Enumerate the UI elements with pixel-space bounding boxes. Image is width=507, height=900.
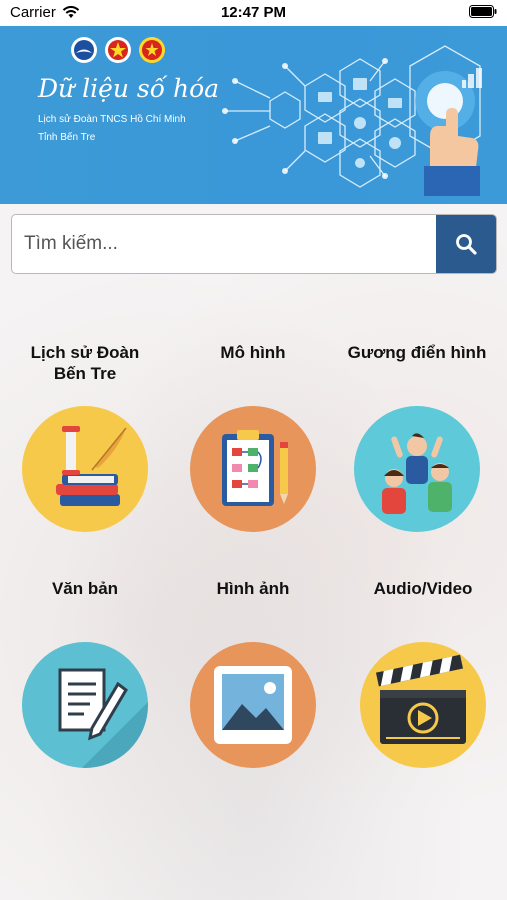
banner-subtitle-province: Tỉnh Bến Tre <box>38 132 96 143</box>
picture-icon <box>190 642 316 768</box>
clipboard-flowchart-icon <box>190 406 316 532</box>
search-input[interactable] <box>12 215 436 273</box>
tile-label: Văn bản <box>51 579 119 598</box>
people-cheering-icon <box>354 406 480 532</box>
document-pen-icon <box>22 642 148 768</box>
battery-icon <box>469 5 497 22</box>
search-bar <box>11 214 497 274</box>
tile-label: Hình ảnh <box>216 579 290 598</box>
history-books-icon <box>22 406 148 532</box>
youth-union-logo <box>71 37 97 63</box>
digital-network-illustration <box>222 45 482 196</box>
pioneer-logo <box>139 37 165 63</box>
communist-youth-logo <box>105 37 131 63</box>
tile-audio-video[interactable]: Audio/Video <box>338 578 507 768</box>
clapperboard-icon <box>360 642 486 768</box>
search-icon <box>456 234 477 255</box>
banner-subtitle: Lịch sử Đoàn TNCS Hồ Chí Minh <box>38 114 186 125</box>
tile-lich-su-doan[interactable]: Lịch sử Đoàn Bến Tre <box>0 342 170 532</box>
organization-logos <box>70 36 166 64</box>
status-bar: Carrier 12:47 PM <box>0 0 507 26</box>
background-photo <box>0 205 507 900</box>
tile-label: Mô hình <box>220 343 286 362</box>
tile-label: Gương điển hình <box>347 343 487 362</box>
search-button[interactable] <box>436 215 496 273</box>
banner-title: Dữ liệu số hóa <box>38 74 220 103</box>
tile-label: Audio/Video <box>373 579 473 598</box>
status-time: 12:47 PM <box>220 4 287 21</box>
tile-guong-dien-hinh[interactable]: Gương điển hình <box>332 342 502 532</box>
tile-mo-hinh[interactable]: Mô hình <box>168 342 338 532</box>
tile-hinh-anh[interactable]: Hình ảnh <box>168 578 338 768</box>
tile-label: Lịch sử Đoàn Bến Tre <box>30 343 140 383</box>
header-banner: Dữ liệu số hóa Lịch sử Đoàn TNCS Hồ Chí … <box>0 26 507 204</box>
tile-van-ban[interactable]: Văn bản <box>0 578 170 768</box>
